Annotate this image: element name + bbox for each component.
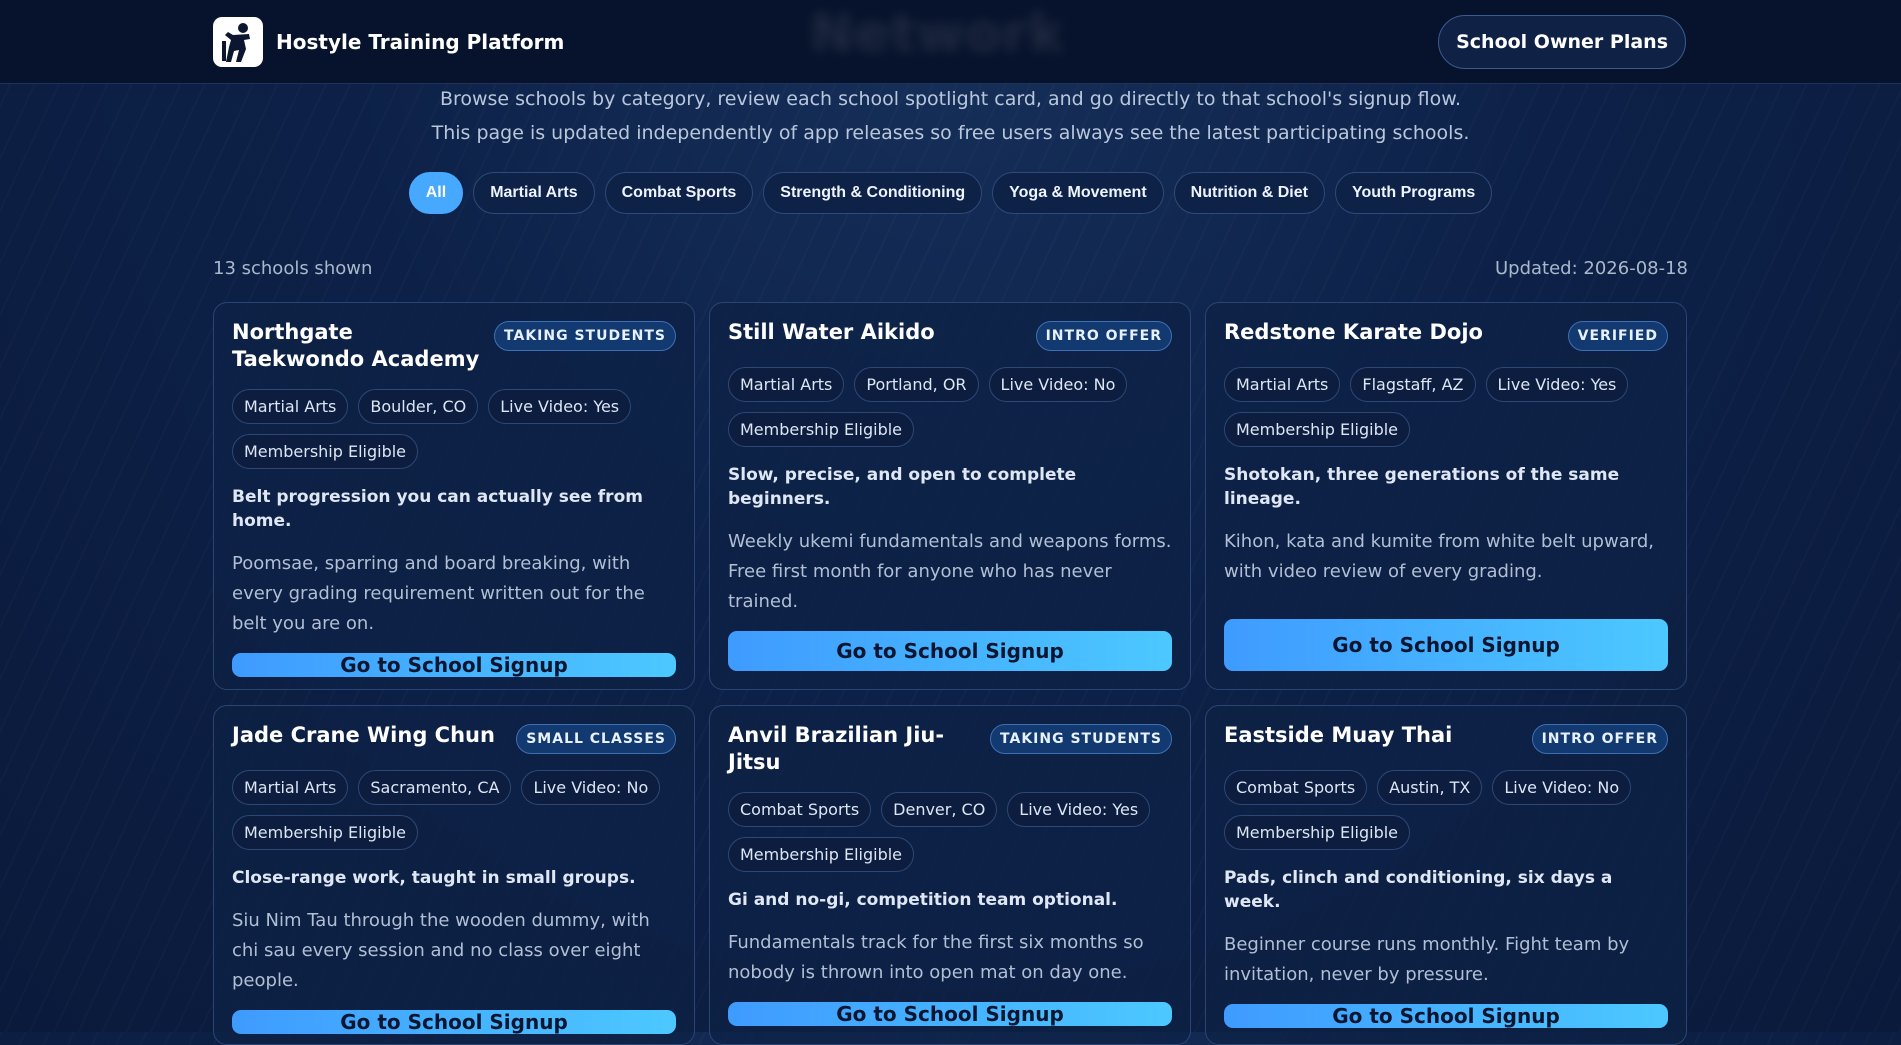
schools-count: 13 schools shown	[213, 258, 373, 279]
live-video-tag: Live Video: No	[988, 367, 1128, 402]
intro-text: Browse schools by category, review each …	[0, 82, 1901, 150]
live-video-tag: Live Video: No	[1492, 770, 1632, 805]
live-video-tag: Live Video: Yes	[1007, 792, 1151, 827]
membership-tag: Membership Eligible	[232, 815, 419, 850]
school-card: Eastside Muay Thai INTRO OFFER Combat Sp…	[1205, 705, 1687, 1045]
school-name: Northgate Taekwondo Academy	[232, 320, 480, 371]
school-card: Still Water Aikido INTRO OFFER Martial A…	[709, 302, 1191, 690]
school-owner-plans-button[interactable]: School Owner Plans	[1438, 15, 1686, 69]
filter-chip-all[interactable]: All	[408, 172, 464, 214]
category-tag: Martial Arts	[1224, 367, 1341, 402]
status-badge: INTRO OFFER	[1531, 724, 1668, 754]
blurred-page-title: Network	[810, 4, 1065, 64]
go-to-school-signup-button[interactable]: Go to School Signup	[1224, 619, 1668, 671]
school-tagline: Slow, precise, and open to complete begi…	[728, 465, 1077, 509]
membership-tag: Membership Eligible	[728, 837, 915, 872]
school-name: Redstone Karate Dojo	[1224, 320, 1483, 344]
membership-tag: Membership Eligible	[1224, 815, 1411, 850]
school-description: Siu Nim Tau through the wooden dummy, wi…	[232, 910, 650, 991]
school-tagline: Gi and no-gi, competition team optional.	[728, 890, 1118, 910]
school-card: Jade Crane Wing Chun SMALL CLASSES Marti…	[213, 705, 695, 1045]
martial-artist-logo-icon	[213, 17, 263, 67]
intro-line-2: This page is updated independently of ap…	[431, 122, 1470, 144]
intro-line-1: Browse schools by category, review each …	[439, 88, 1462, 110]
live-video-tag: Live Video: Yes	[488, 389, 632, 424]
membership-tag: Membership Eligible	[728, 412, 915, 447]
school-description: Fundamentals track for the first six mon…	[728, 932, 1144, 983]
category-tag: Combat Sports	[1224, 770, 1368, 805]
school-name: Anvil Brazilian Jiu-Jitsu	[728, 723, 945, 774]
status-badge: SMALL CLASSES	[516, 724, 676, 754]
school-tagline: Shotokan, three generations of the same …	[1224, 465, 1620, 509]
status-badge: INTRO OFFER	[1035, 321, 1172, 351]
updated-date: Updated: 2026-08-18	[1494, 258, 1688, 279]
school-tagline: Close-range work, taught in small groups…	[232, 868, 636, 888]
live-video-tag: Live Video: No	[521, 770, 661, 805]
school-description: Weekly ukemi fundamentals and weapons fo…	[728, 531, 1172, 612]
results-meta: 13 schools shown Updated: 2026-08-18	[213, 258, 1688, 279]
school-description: Beginner course runs monthly. Fight team…	[1224, 934, 1630, 985]
school-name: Jade Crane Wing Chun	[232, 723, 495, 747]
filter-chip-nutrition-diet[interactable]: Nutrition & Diet	[1173, 172, 1325, 214]
membership-tag: Membership Eligible	[1224, 412, 1411, 447]
school-card: Anvil Brazilian Jiu-Jitsu TAKING STUDENT…	[709, 705, 1191, 1045]
brand-name: Hostyle Training Platform	[276, 30, 565, 54]
school-description: Poomsae, sparring and board breaking, wi…	[232, 553, 645, 634]
filter-chip-yoga-movement[interactable]: Yoga & Movement	[992, 172, 1164, 214]
location-tag: Austin, TX	[1377, 770, 1483, 805]
brand[interactable]: Hostyle Training Platform	[213, 16, 564, 68]
go-to-school-signup-button[interactable]: Go to School Signup	[232, 653, 676, 677]
school-name: Eastside Muay Thai	[1224, 723, 1453, 747]
location-tag: Sacramento, CA	[358, 770, 512, 805]
location-tag: Portland, OR	[854, 367, 979, 402]
location-tag: Boulder, CO	[358, 389, 479, 424]
go-to-school-signup-button[interactable]: Go to School Signup	[728, 1002, 1172, 1026]
school-card: Northgate Taekwondo Academy TAKING STUDE…	[213, 302, 695, 690]
membership-tag: Membership Eligible	[232, 434, 419, 469]
school-description: Kihon, kata and kumite from white belt u…	[1224, 531, 1654, 582]
category-tag: Combat Sports	[728, 792, 872, 827]
filter-chip-strength-conditioning[interactable]: Strength & Conditioning	[763, 172, 983, 214]
category-tag: Martial Arts	[728, 367, 845, 402]
location-tag: Flagstaff, AZ	[1350, 367, 1476, 402]
go-to-school-signup-button[interactable]: Go to School Signup	[1224, 1004, 1668, 1028]
live-video-tag: Live Video: Yes	[1485, 367, 1629, 402]
category-tag: Martial Arts	[232, 389, 349, 424]
top-bar: Hostyle Training Platform Network School…	[0, 0, 1901, 84]
school-tagline: Pads, clinch and conditioning, six days …	[1224, 868, 1613, 912]
go-to-school-signup-button[interactable]: Go to School Signup	[728, 631, 1172, 671]
status-badge: VERIFIED	[1567, 321, 1668, 351]
status-badge: TAKING STUDENTS	[990, 724, 1172, 754]
status-badge: TAKING STUDENTS	[494, 321, 676, 351]
school-name: Still Water Aikido	[728, 320, 935, 344]
location-tag: Denver, CO	[881, 792, 998, 827]
school-card: Redstone Karate Dojo VERIFIED Martial Ar…	[1205, 302, 1687, 690]
filter-chip-combat-sports[interactable]: Combat Sports	[604, 172, 754, 214]
go-to-school-signup-button[interactable]: Go to School Signup	[232, 1010, 676, 1034]
category-filters: All Martial Arts Combat Sports Strength …	[0, 172, 1901, 214]
filter-chip-martial-arts[interactable]: Martial Arts	[473, 172, 595, 214]
school-tagline: Belt progression you can actually see fr…	[232, 487, 643, 531]
category-tag: Martial Arts	[232, 770, 349, 805]
school-card-grid: Northgate Taekwondo Academy TAKING STUDE…	[213, 302, 1688, 1045]
filter-chip-youth-programs[interactable]: Youth Programs	[1334, 172, 1493, 214]
